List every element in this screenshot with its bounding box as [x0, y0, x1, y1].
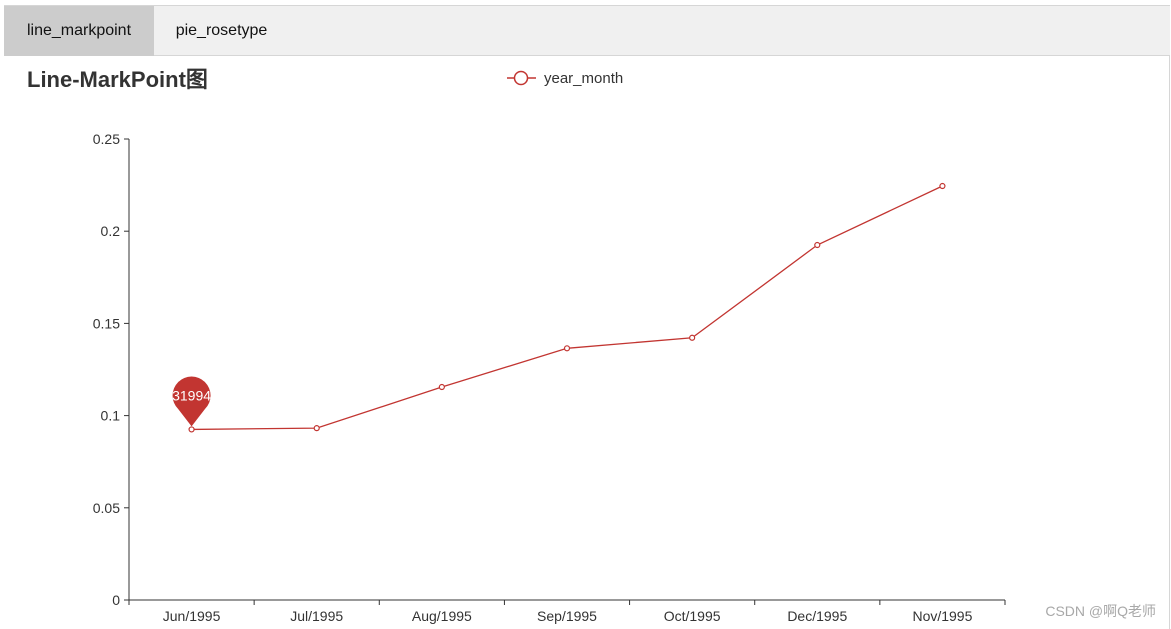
- data-point: [814, 241, 821, 249]
- panel-border: [1169, 56, 1170, 629]
- y-tick-label: 0.05: [93, 500, 120, 516]
- legend-label: year_month: [544, 70, 623, 87]
- tab-line-markpoint[interactable]: line_markpoint: [4, 6, 154, 56]
- data-point: [689, 334, 696, 341]
- tab-bar: line_markpoint pie_rosetype: [4, 5, 1170, 56]
- data-point: [188, 426, 195, 433]
- line-chart: Line-MarkPoint图 year_month 00.050.10.150…: [27, 67, 1006, 624]
- x-tick-label: Jun/1995: [163, 608, 221, 624]
- y-tick-label: 0.25: [93, 131, 120, 147]
- series-year-month: [188, 182, 946, 433]
- x-tick-label: Dec/1995: [787, 608, 847, 624]
- x-tick-label: Oct/1995: [664, 608, 721, 624]
- y-tick-label: 0: [112, 592, 120, 608]
- x-tick-label: Sep/1995: [537, 608, 597, 624]
- legend[interactable]: year_month: [507, 70, 623, 87]
- data-point: [563, 345, 571, 352]
- x-tick-label: Aug/1995: [412, 608, 472, 624]
- data-point: [939, 182, 946, 190]
- y-tick-label: 0.2: [101, 223, 121, 239]
- x-tick-label: Jul/1995: [290, 608, 343, 624]
- x-axis: Jun/1995 Jul/1995 Aug/1995 Sep/1995 Oct/1995…: [128, 599, 1006, 624]
- watermark: CSDN @啊Q老师: [1045, 603, 1156, 619]
- mark-point[interactable]: 31994: [172, 376, 211, 427]
- legend-symbol: [513, 70, 529, 86]
- y-axis: 0 0.05 0.1 0.15 0.2 0.25: [93, 131, 130, 608]
- tab-pie-rosetype[interactable]: pie_rosetype: [154, 6, 289, 56]
- mark-point-label: 31994: [172, 387, 211, 403]
- series-line: [191, 185, 943, 431]
- y-tick-label: 0.15: [93, 315, 120, 331]
- y-tick-label: 0.1: [101, 408, 121, 424]
- data-point: [438, 383, 445, 391]
- data-point: [313, 425, 320, 432]
- chart-title: Line-MarkPoint图: [27, 67, 208, 92]
- x-tick-label: Nov/1995: [912, 608, 972, 624]
